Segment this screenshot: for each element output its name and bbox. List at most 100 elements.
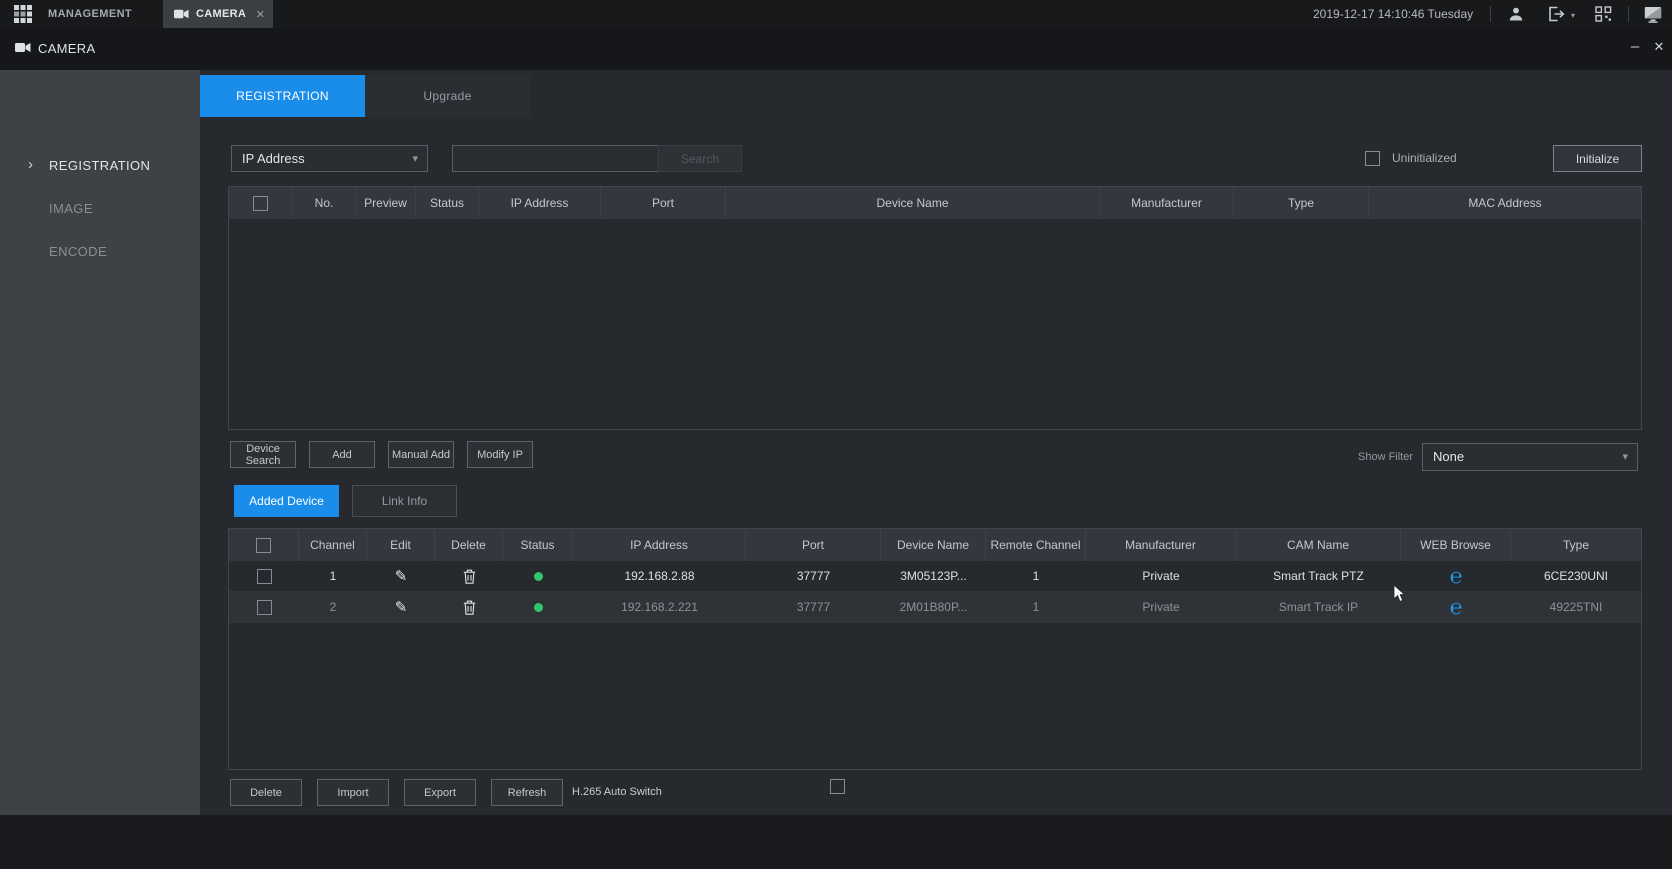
topbar-divider <box>1490 6 1491 22</box>
sidebar-item-label: REGISTRATION <box>49 152 150 180</box>
top-bar: MANAGEMENT CAMERA ✕ 2019-12-17 14:10:46 … <box>0 0 1672 28</box>
sidebar-item-image[interactable]: IMAGE <box>0 195 200 223</box>
table-row[interactable]: 2 ✎ 192.168.2.221 37777 2M01B80P... 1 Pr… <box>229 592 1641 623</box>
sidebar-item-encode[interactable]: ENCODE <box>0 238 200 266</box>
show-filter-dropdown[interactable]: None ▾ <box>1422 443 1638 471</box>
search-type-value: IP Address <box>242 146 305 172</box>
tab-registration[interactable]: REGISTRATION <box>200 75 365 117</box>
cell-type: 6CE230UNI <box>1511 561 1641 591</box>
camera-top-tab[interactable]: CAMERA ✕ <box>163 0 273 28</box>
user-icon[interactable] <box>1508 6 1524 22</box>
col-header-no: No. <box>293 187 356 219</box>
web-browser-icon[interactable]: ℮ <box>1450 566 1463 587</box>
col-header-ip: IP Address <box>573 529 746 561</box>
show-filter-label: Show Filter <box>1358 443 1413 471</box>
sidebar-item-label: ENCODE <box>49 238 107 266</box>
window-title-bar: CAMERA – ✕ <box>0 28 1672 70</box>
col-header-manufacturer: Manufacturer <box>1086 529 1236 561</box>
col-header-status: Status <box>416 187 479 219</box>
device-table-header: No. Preview Status IP Address Port Devic… <box>229 187 1641 219</box>
added-device-table: Channel Edit Delete Status IP Address Po… <box>228 528 1642 770</box>
col-header-type: Type <box>1234 187 1369 219</box>
col-header-delete: Delete <box>435 529 503 561</box>
cell-channel: 2 <box>299 592 367 622</box>
camera-icon <box>174 9 189 19</box>
window-title: CAMERA <box>38 28 95 70</box>
mouse-cursor <box>1393 584 1405 603</box>
camera-icon <box>15 42 31 53</box>
col-header-channel: Channel <box>299 529 367 561</box>
cell-channel: 1 <box>299 561 367 591</box>
modify-ip-button[interactable]: Modify IP <box>467 441 533 468</box>
col-header-status: Status <box>503 529 573 561</box>
add-button[interactable]: Add <box>309 441 375 468</box>
col-header-mac: MAC Address <box>1369 187 1641 219</box>
col-header-device-name: Device Name <box>726 187 1100 219</box>
h265-auto-switch-checkbox[interactable] <box>830 779 845 794</box>
tab-link-info[interactable]: Link Info <box>352 485 457 517</box>
delete-trash-icon[interactable] <box>463 600 476 615</box>
initialize-button[interactable]: Initialize <box>1553 145 1642 172</box>
table-row[interactable]: 1 ✎ 192.168.2.88 37777 3M05123P... 1 Pri… <box>229 561 1641 592</box>
search-type-dropdown[interactable]: IP Address ▾ <box>231 145 428 172</box>
col-header-manufacturer: Manufacturer <box>1100 187 1234 219</box>
cell-manufacturer: Private <box>1086 592 1236 622</box>
added-table-header: Channel Edit Delete Status IP Address Po… <box>229 529 1641 561</box>
show-filter-value: None <box>1433 444 1464 470</box>
app-window: MANAGEMENT CAMERA ✕ 2019-12-17 14:10:46 … <box>0 0 1672 869</box>
row-checkbox[interactable] <box>257 600 272 615</box>
select-all-checkbox[interactable] <box>256 538 271 553</box>
manual-add-button[interactable]: Manual Add <box>388 441 454 468</box>
cell-remote-channel: 1 <box>986 561 1086 591</box>
apps-grid-icon[interactable] <box>14 5 32 23</box>
search-button[interactable]: Search <box>658 145 742 172</box>
delete-trash-icon[interactable] <box>463 569 476 584</box>
logout-caret-icon[interactable]: ▾ <box>1571 11 1575 20</box>
col-header-port: Port <box>601 187 726 219</box>
sidebar-item-registration[interactable]: › REGISTRATION <box>0 152 200 180</box>
search-input[interactable] <box>452 145 660 172</box>
display-output-icon[interactable] <box>1644 6 1662 23</box>
export-button[interactable]: Export <box>404 779 476 806</box>
col-header-type: Type <box>1511 529 1641 561</box>
chevron-down-icon: ▾ <box>1622 444 1628 470</box>
import-button[interactable]: Import <box>317 779 389 806</box>
minimize-icon[interactable]: – <box>1626 38 1644 60</box>
cell-port: 37777 <box>746 592 881 622</box>
cell-type: 49225TNI <box>1511 592 1641 622</box>
edit-pencil-icon[interactable]: ✎ <box>395 598 408 616</box>
refresh-button[interactable]: Refresh <box>491 779 563 806</box>
uninitialized-checkbox[interactable] <box>1365 151 1380 166</box>
cell-cam-name: Smart Track IP <box>1236 592 1401 622</box>
col-header-web-browse: WEB Browse <box>1401 529 1511 561</box>
edit-pencil-icon[interactable]: ✎ <box>395 567 408 585</box>
device-search-button[interactable]: Device Search <box>230 441 296 468</box>
management-tab[interactable]: MANAGEMENT <box>48 0 132 28</box>
col-header-preview: Preview <box>356 187 416 219</box>
col-header-cam-name: CAM Name <box>1236 529 1401 561</box>
chevron-down-icon: ▾ <box>412 146 418 172</box>
col-header-edit: Edit <box>367 529 435 561</box>
logout-icon[interactable] <box>1548 6 1565 22</box>
camera-tab-close-icon[interactable]: ✕ <box>256 8 265 21</box>
delete-button[interactable]: Delete <box>230 779 302 806</box>
cell-device-name: 2M01B80P... <box>881 592 986 622</box>
tab-added-device[interactable]: Added Device <box>234 485 339 517</box>
camera-top-tab-label: CAMERA <box>196 8 246 20</box>
col-header-remote-channel: Remote Channel <box>986 529 1086 561</box>
col-header-device-name: Device Name <box>881 529 986 561</box>
tab-upgrade[interactable]: Upgrade <box>365 75 530 117</box>
cell-manufacturer: Private <box>1086 561 1236 591</box>
qr-code-icon[interactable] <box>1595 6 1612 22</box>
cell-ip: 192.168.2.88 <box>573 561 746 591</box>
sidebar: › REGISTRATION IMAGE ENCODE <box>0 70 200 815</box>
row-checkbox[interactable] <box>257 569 272 584</box>
col-header-port: Port <box>746 529 881 561</box>
close-icon[interactable]: ✕ <box>1650 39 1668 61</box>
web-browser-icon[interactable]: ℮ <box>1450 597 1463 618</box>
select-all-checkbox[interactable] <box>253 196 268 211</box>
cell-port: 37777 <box>746 561 881 591</box>
cell-remote-channel: 1 <box>986 592 1086 622</box>
sidebar-item-label: IMAGE <box>49 195 93 223</box>
topbar-divider <box>1628 6 1629 22</box>
